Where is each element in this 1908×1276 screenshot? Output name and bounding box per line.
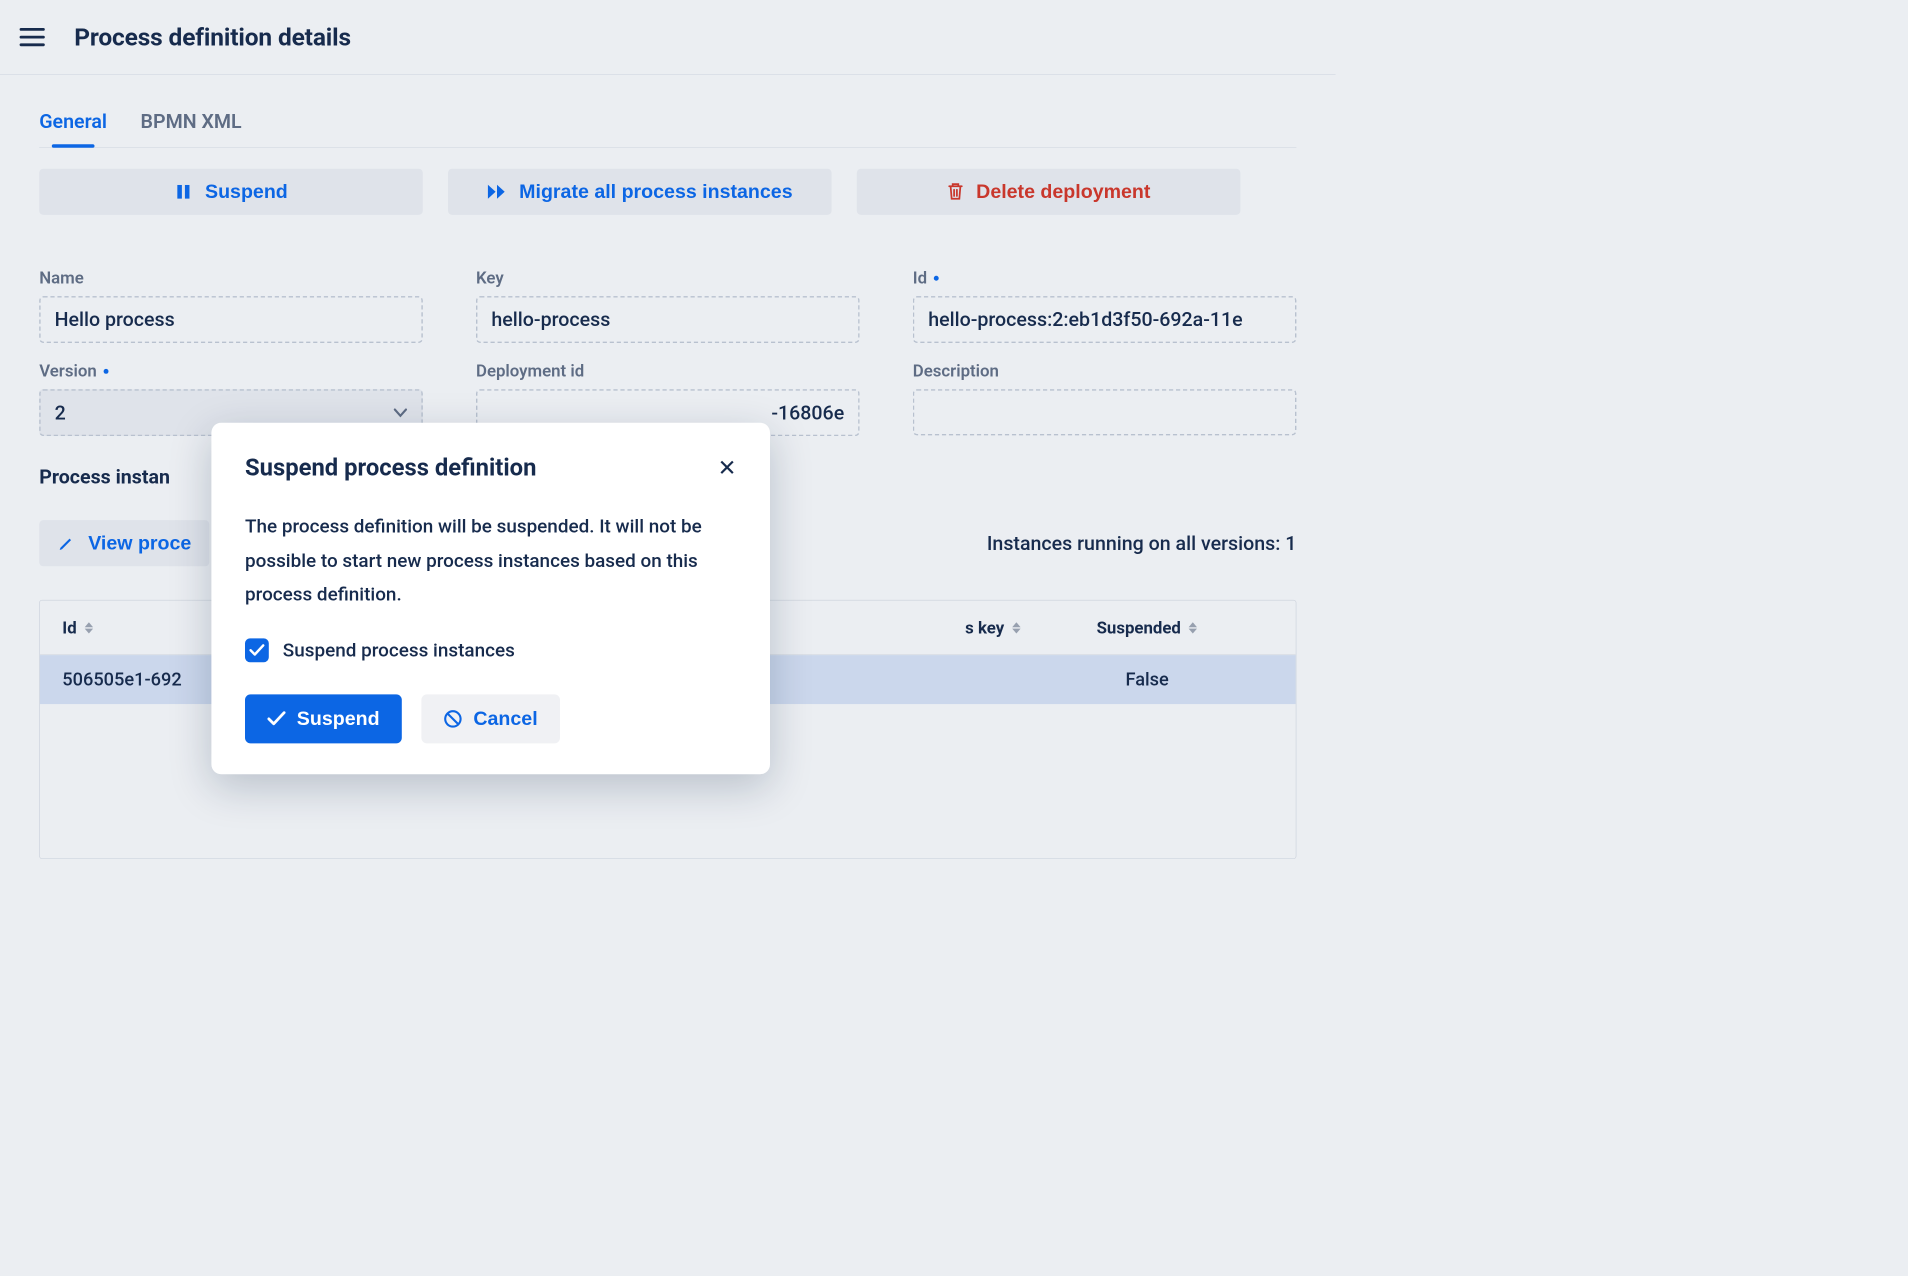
app-header: Process definition details [0, 0, 1336, 75]
col-business-key[interactable]: s key [769, 618, 1021, 638]
close-icon[interactable]: ✕ [718, 456, 737, 478]
modal-header: Suspend process definition ✕ [245, 454, 736, 482]
key-field-label: Key [476, 268, 860, 288]
modal-suspend-button[interactable]: Suspend [245, 694, 402, 743]
checkmark-icon [267, 711, 285, 726]
version-field-label: Version [39, 361, 423, 381]
name-field-value: Hello process [39, 296, 423, 343]
sort-icon [1188, 622, 1198, 633]
suspend-instances-checkbox-label: Suspend process instances [283, 639, 515, 661]
tab-bpmn-xml[interactable]: BPMN XML [141, 110, 242, 147]
cell-suspended: False [1021, 669, 1273, 690]
modal-actions: Suspend Cancel [245, 694, 736, 743]
tab-general[interactable]: General [39, 110, 107, 147]
name-field-label: Name [39, 268, 423, 288]
id-field-label: Id [913, 268, 1297, 288]
cancel-icon [444, 710, 462, 728]
suspend-button[interactable]: Suspend [39, 169, 423, 215]
modal-checkbox-row[interactable]: Suspend process instances [245, 638, 736, 662]
key-field-value: hello-process [476, 296, 860, 343]
fast-forward-icon [487, 183, 507, 200]
link-dot-icon [934, 275, 939, 280]
fields-grid: Name Hello process Key hello-process Id … [39, 268, 1296, 436]
suspend-button-label: Suspend [205, 181, 288, 203]
view-process-instances-button[interactable]: View proce [39, 520, 209, 566]
deployment-field-label: Deployment id [476, 361, 860, 381]
modal-cancel-button[interactable]: Cancel [422, 694, 560, 743]
sort-icon [84, 622, 94, 633]
modal-suspend-label: Suspend [297, 708, 380, 730]
suspend-instances-checkbox[interactable] [245, 638, 269, 662]
col-suspended[interactable]: Suspended [1021, 618, 1273, 638]
instances-running-text: Instances running on all versions: 1 [987, 532, 1297, 555]
link-dot-icon [104, 369, 109, 374]
modal-body-text: The process definition will be suspended… [245, 510, 736, 612]
modal-cancel-label: Cancel [473, 708, 537, 730]
delete-deployment-label: Delete deployment [976, 181, 1150, 203]
description-field-value [913, 389, 1297, 435]
description-field-label: Description [913, 361, 1297, 381]
actions-row: Suspend Migrate all process instances De… [39, 169, 1296, 215]
migrate-button-label: Migrate all process instances [519, 181, 792, 203]
id-field-value: hello-process:2:eb1d3f50-692a-11e [913, 296, 1297, 343]
pencil-icon [57, 534, 75, 552]
trash-icon [947, 182, 964, 202]
suspend-modal: Suspend process definition ✕ The process… [211, 423, 770, 774]
sort-icon [1011, 622, 1021, 633]
migrate-button[interactable]: Migrate all process instances [448, 169, 832, 215]
tab-bar: General BPMN XML [39, 110, 1296, 148]
checkmark-icon [249, 644, 264, 657]
modal-title: Suspend process definition [245, 454, 536, 482]
pause-icon [174, 183, 192, 201]
page-title: Process definition details [74, 23, 351, 52]
menu-icon[interactable] [20, 23, 48, 51]
view-process-instances-label: View proce [88, 532, 191, 554]
delete-deployment-button[interactable]: Delete deployment [857, 169, 1241, 215]
chevron-down-icon [393, 408, 407, 418]
